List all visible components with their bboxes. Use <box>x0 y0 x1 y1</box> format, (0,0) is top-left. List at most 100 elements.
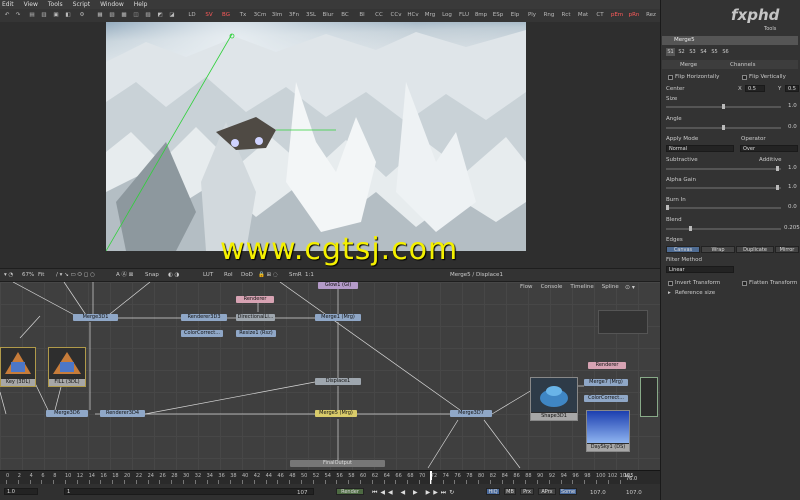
tool-button-sv[interactable]: SV <box>201 11 217 20</box>
hiq-button[interactable]: HiQ <box>486 488 500 495</box>
grid-icon[interactable]: ▩ <box>120 11 128 20</box>
node-merge5[interactable]: Merge5 (Mrg) <box>315 410 357 417</box>
node-finaloutput[interactable]: FinalOutput <box>290 460 385 467</box>
node-resize[interactable]: Resize1 (Rsz) <box>236 330 276 337</box>
preferences-icon[interactable]: ⚙ <box>78 11 86 20</box>
tool-button-rng[interactable]: Rng <box>541 11 557 20</box>
tool-button-bc[interactable]: BC <box>337 11 353 20</box>
open-icon[interactable]: ▥ <box>40 11 48 20</box>
node-merge3d6[interactable]: Merge3D6 <box>46 410 88 417</box>
tool-button-bg[interactable]: BG <box>218 11 234 20</box>
ratio-button[interactable]: 1:1 <box>305 271 314 279</box>
invert-transform-checkbox[interactable] <box>668 281 673 286</box>
burn-in-slider[interactable] <box>666 207 781 209</box>
blend-knob[interactable] <box>689 226 692 231</box>
tab-channels[interactable]: Channels <box>730 62 755 68</box>
tool-button-rez[interactable]: Rez <box>643 11 659 20</box>
render-icon[interactable]: ◧ <box>64 11 72 20</box>
viewer-options-icon[interactable]: ▾ ◔ <box>4 271 13 279</box>
tool-button-ct[interactable]: CT <box>592 11 608 20</box>
tool-button-tx[interactable]: Tx <box>235 11 251 20</box>
stereo-icon[interactable]: ◐ ◑ <box>168 271 179 279</box>
burn-in-value[interactable]: 0.0 <box>788 204 797 210</box>
edge-duplicate-button[interactable]: Duplicate <box>736 246 774 253</box>
blend-slider[interactable] <box>666 228 781 230</box>
node-merge-mrg[interactable]: Merge1 (Mrg) <box>315 314 361 321</box>
filter-method-select[interactable]: Linear <box>666 266 734 273</box>
tool-button-3fn[interactable]: 3Fn <box>286 11 302 20</box>
tab-s6[interactable]: S6 <box>721 48 730 56</box>
view-icon[interactable]: ◫ <box>132 11 140 20</box>
tool-button-mat[interactable]: Mat <box>575 11 591 20</box>
center-x-field[interactable]: 0.5 <box>745 85 765 92</box>
menu-edit[interactable]: Edit <box>2 1 14 8</box>
edge-canvas-button[interactable]: Canvas <box>666 246 700 253</box>
subtractive-additive-value[interactable]: 1.0 <box>788 165 797 171</box>
menu-view[interactable]: View <box>24 1 38 8</box>
start-time-field[interactable]: 1.0 <box>4 488 38 495</box>
render-button[interactable]: Render <box>336 488 364 495</box>
reference-size-toggle[interactable]: ▸ <box>668 290 671 296</box>
frame-field[interactable]: 1 <box>64 488 314 495</box>
tools-label[interactable]: Tools <box>764 26 776 32</box>
flow-navigator[interactable] <box>598 310 648 334</box>
node-merge3d7[interactable]: Merge3D7 <box>450 410 492 417</box>
angle-knob[interactable] <box>722 125 725 130</box>
node-displace[interactable]: Displace1 <box>315 378 361 385</box>
dod-button[interactable]: DoD <box>241 271 253 279</box>
node-renderer3d4[interactable]: Renderer3D4 <box>100 410 145 417</box>
alpha-gain-slider[interactable] <box>666 187 781 189</box>
tool-button-3cm[interactable]: 3Cm <box>252 11 268 20</box>
node-renderer3d3[interactable]: Renderer3D3 <box>181 314 227 321</box>
tab-s2[interactable]: S2 <box>677 48 686 56</box>
burn-in-knob[interactable] <box>666 205 669 210</box>
tool-button-elp[interactable]: Elp <box>507 11 523 20</box>
layout-icon[interactable]: ▨ <box>144 11 152 20</box>
subtractive-additive-knob[interactable] <box>776 166 779 171</box>
tool-button-ccv[interactable]: CCv <box>388 11 404 20</box>
node-key-thumbnail[interactable]: Key (3DL) <box>0 347 36 387</box>
flow-options-icon[interactable]: ⊙ ▾ <box>625 284 635 291</box>
apply-mode-select[interactable]: Normal <box>666 145 734 152</box>
tool-button-blur[interactable]: Blur <box>320 11 336 20</box>
tab-s4[interactable]: S4 <box>699 48 708 56</box>
zoom-level[interactable]: 67% <box>22 271 34 279</box>
node-header[interactable]: Merge5 <box>662 36 798 45</box>
tab-s1[interactable]: S1 <box>666 48 675 56</box>
fit-button[interactable]: Fit <box>38 271 44 279</box>
tab-timeline[interactable]: Timeline <box>570 284 593 294</box>
draw-tools-icon[interactable]: / ▾ ↘ ▭ ⬭ ◻ ○ <box>56 271 95 279</box>
arrange-icon[interactable]: ▧ <box>108 11 116 20</box>
roi-button[interactable]: RoI <box>224 271 233 279</box>
tool-button-hcv[interactable]: HCv <box>405 11 421 20</box>
node-colorcorrect-a[interactable]: ColorCorrect... <box>181 330 223 337</box>
tool-button-log[interactable]: Log <box>439 11 455 20</box>
mb-button[interactable]: MB <box>504 488 516 495</box>
tool-button-3im[interactable]: 3Im <box>269 11 285 20</box>
tab-s5[interactable]: S5 <box>710 48 719 56</box>
tab-s3[interactable]: S3 <box>688 48 697 56</box>
tool-button-flu[interactable]: FLU <box>456 11 472 20</box>
menu-script[interactable]: Script <box>73 1 90 8</box>
tab-merge[interactable]: Merge <box>680 62 697 68</box>
tool-button-ply[interactable]: Ply <box>524 11 540 20</box>
flow-editor[interactable]: Merge3D1 Renderer3D3 Renderer Directiona… <box>0 282 660 470</box>
edge-wrap-button[interactable]: Wrap <box>701 246 735 253</box>
menu-tools[interactable]: Tools <box>48 1 63 8</box>
edge-mirror-button[interactable]: Mirror <box>775 246 799 253</box>
flip-vertically-checkbox[interactable] <box>742 75 747 80</box>
save-icon[interactable]: ▤ <box>28 11 36 20</box>
tab-console[interactable]: Console <box>541 284 563 294</box>
blend-value[interactable]: 0.205 <box>784 225 800 231</box>
subtractive-additive-slider[interactable] <box>666 168 781 170</box>
lut-button[interactable]: LUT <box>203 271 213 279</box>
node-renderer-top[interactable]: Renderer <box>236 296 274 303</box>
tool-button-ld[interactable]: LD <box>184 11 200 20</box>
text-tool-icon[interactable]: A Ⓐ ⊠ <box>116 271 133 279</box>
snap-button[interactable]: Snap <box>145 271 159 279</box>
node-renderer-right[interactable]: Renderer <box>588 362 626 369</box>
node-edge-thumbnail[interactable] <box>640 377 658 417</box>
alpha-gain-knob[interactable] <box>776 185 779 190</box>
angle-value[interactable]: 0.0 <box>788 124 797 130</box>
lock-icon[interactable]: 🔒 ⊞ ◌ <box>258 271 278 279</box>
